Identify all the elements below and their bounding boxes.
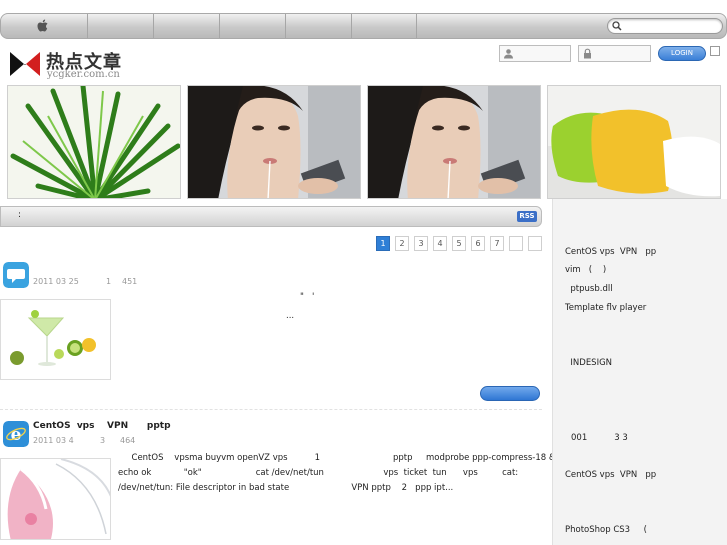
- nav-item-3[interactable]: [219, 14, 285, 38]
- rss-button[interactable]: RSS: [517, 211, 537, 222]
- sidebar-link[interactable]: INDESIGN: [565, 358, 612, 368]
- internet-explorer-icon: e: [3, 421, 29, 447]
- banner-image-woman-2[interactable]: [367, 85, 541, 199]
- nav-item-5[interactable]: [351, 14, 417, 38]
- post-excerpt-line: CentOS vpsma buyvm openVZ vps 1 pptp mod…: [118, 453, 563, 463]
- page-link[interactable]: 3: [414, 236, 428, 251]
- pagination: 1 2 3 4 5 6 7: [376, 236, 542, 251]
- nav-item-2[interactable]: [153, 14, 219, 38]
- remember-checkbox[interactable]: [710, 46, 720, 56]
- login-button[interactable]: LOGIN: [658, 46, 706, 61]
- post-comments: 1: [106, 277, 112, 286]
- post-thumbnail-drink[interactable]: [0, 458, 111, 540]
- nav-item-1[interactable]: [87, 14, 153, 38]
- next-page-link[interactable]: [509, 236, 523, 251]
- post-thumbnail-cocktail[interactable]: [0, 299, 111, 380]
- post-excerpt-line: ...: [286, 311, 295, 321]
- post-views: 464: [120, 436, 136, 445]
- page-link[interactable]: 1: [376, 236, 390, 251]
- password-field[interactable]: [578, 45, 651, 62]
- post-date: 2011 03 4: [33, 436, 74, 445]
- post-divider: [0, 409, 542, 410]
- banner-image-pillows[interactable]: [547, 85, 721, 199]
- username-field[interactable]: [499, 45, 571, 62]
- page-link[interactable]: 7: [490, 236, 504, 251]
- section-header-bar: : RSS: [0, 206, 542, 227]
- post-excerpt-line: echo ok "ok" cat /dev/net/tun vps ticket…: [118, 468, 519, 478]
- sidebar-link[interactable]: CentOS vps VPN pp: [565, 470, 656, 480]
- sidebar-link[interactable]: CentOS vps VPN pp: [565, 247, 656, 257]
- sidebar-link[interactable]: PhotoShop CS3 (: [565, 525, 647, 535]
- section-label: :: [18, 210, 22, 220]
- last-page-link[interactable]: [528, 236, 542, 251]
- speech-bubble-icon: [3, 262, 29, 288]
- lock-icon: [584, 48, 591, 59]
- read-more-button[interactable]: [480, 386, 540, 401]
- page-link[interactable]: 5: [452, 236, 466, 251]
- apple-logo-icon[interactable]: [35, 18, 51, 34]
- sidebar-link[interactable]: Template flv player: [565, 303, 646, 313]
- page-link[interactable]: 6: [471, 236, 485, 251]
- post-excerpt-line: /dev/net/tun: File descriptor in bad sta…: [118, 483, 454, 493]
- search-input[interactable]: [607, 18, 723, 34]
- post-excerpt-line: " ': [300, 292, 315, 302]
- sidebar: CentOS vps VPN pp vim ( ) ptpusb.dll Tem…: [552, 199, 727, 545]
- post-comments: 3: [100, 436, 106, 445]
- banner-image-woman-1[interactable]: [187, 85, 361, 199]
- post-date: 2011 03 25: [33, 277, 79, 286]
- user-icon: [504, 49, 513, 59]
- sidebar-link[interactable]: 001 3 3: [571, 433, 628, 443]
- post-title[interactable]: CentOS vps VPN pptp: [33, 421, 171, 431]
- sidebar-link[interactable]: vim ( ): [565, 265, 606, 275]
- top-nav-bar: [0, 13, 727, 39]
- post-views: 451: [122, 277, 138, 286]
- page-link[interactable]: 2: [395, 236, 409, 251]
- search-icon: [612, 21, 622, 31]
- page-link[interactable]: 4: [433, 236, 447, 251]
- sidebar-link[interactable]: ptpusb.dll: [565, 284, 612, 294]
- site-logo[interactable]: [10, 50, 40, 78]
- site-domain: ycgker.com.cn: [47, 69, 120, 80]
- nav-item-4[interactable]: [285, 14, 351, 38]
- banner-image-leaves[interactable]: [7, 85, 181, 199]
